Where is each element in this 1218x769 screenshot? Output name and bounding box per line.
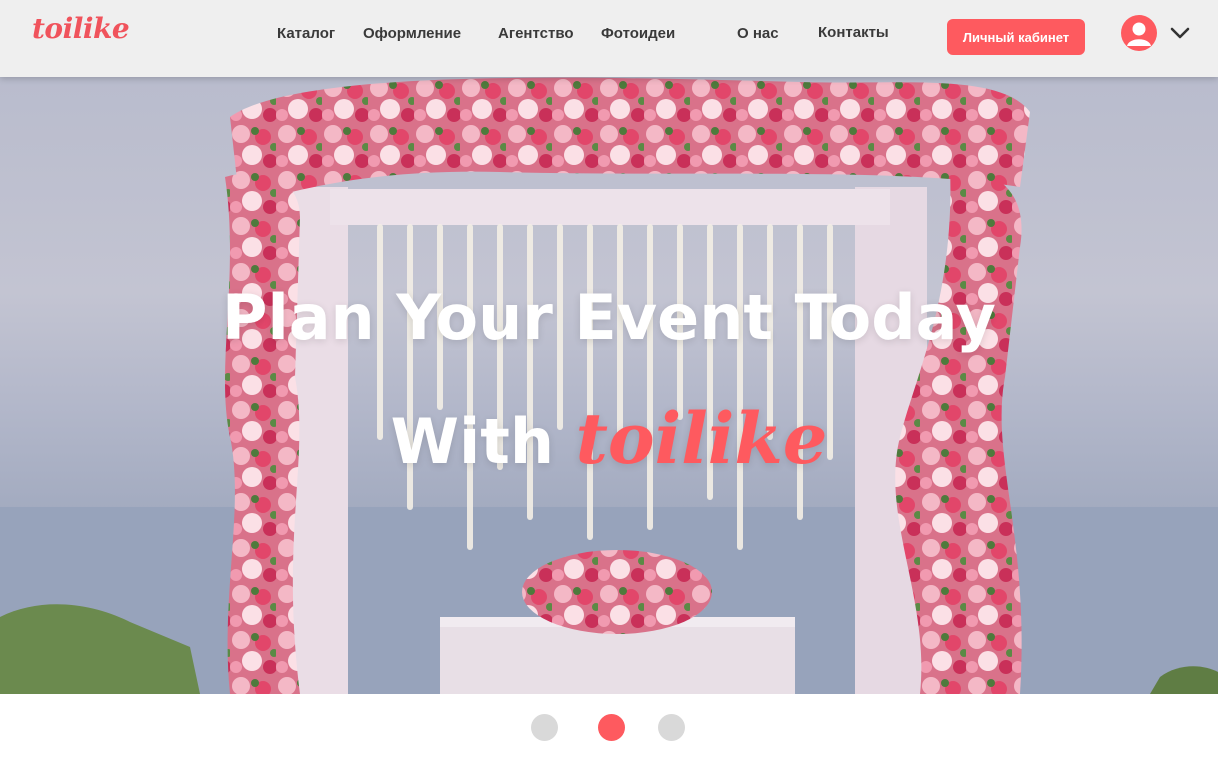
hero-with-text: With bbox=[390, 405, 554, 478]
personal-account-button[interactable]: Личный кабинет bbox=[947, 19, 1085, 55]
nav-about[interactable]: О нас bbox=[737, 25, 779, 42]
nav-decoration[interactable]: Оформление bbox=[363, 25, 461, 42]
nav-catalog[interactable]: Каталог bbox=[277, 25, 335, 42]
nav-contacts[interactable]: Контакты bbox=[818, 24, 889, 41]
hero-subheadline: With toilike bbox=[0, 397, 1218, 480]
floral-wedding-arch-photo bbox=[0, 77, 1218, 694]
carousel-dot-3[interactable] bbox=[658, 714, 685, 741]
nav-agency[interactable]: Агентство bbox=[498, 25, 574, 42]
hero-headline: Plan Your Event Today bbox=[222, 281, 996, 354]
hero-brand-logo: toilike bbox=[575, 397, 828, 480]
user-avatar-icon[interactable] bbox=[1121, 15, 1157, 51]
carousel-dot-2[interactable] bbox=[598, 714, 625, 741]
site-header: toilike Каталог Оформление Агентство Фот… bbox=[0, 0, 1218, 77]
brand-logo[interactable]: toilike bbox=[32, 12, 130, 45]
carousel-dot-1[interactable] bbox=[531, 714, 558, 741]
nav-photo-ideas[interactable]: Фотоидеи bbox=[601, 25, 675, 42]
chevron-down-icon[interactable] bbox=[1170, 26, 1190, 45]
hero-banner: Plan Your Event Today With toilike bbox=[0, 77, 1218, 694]
